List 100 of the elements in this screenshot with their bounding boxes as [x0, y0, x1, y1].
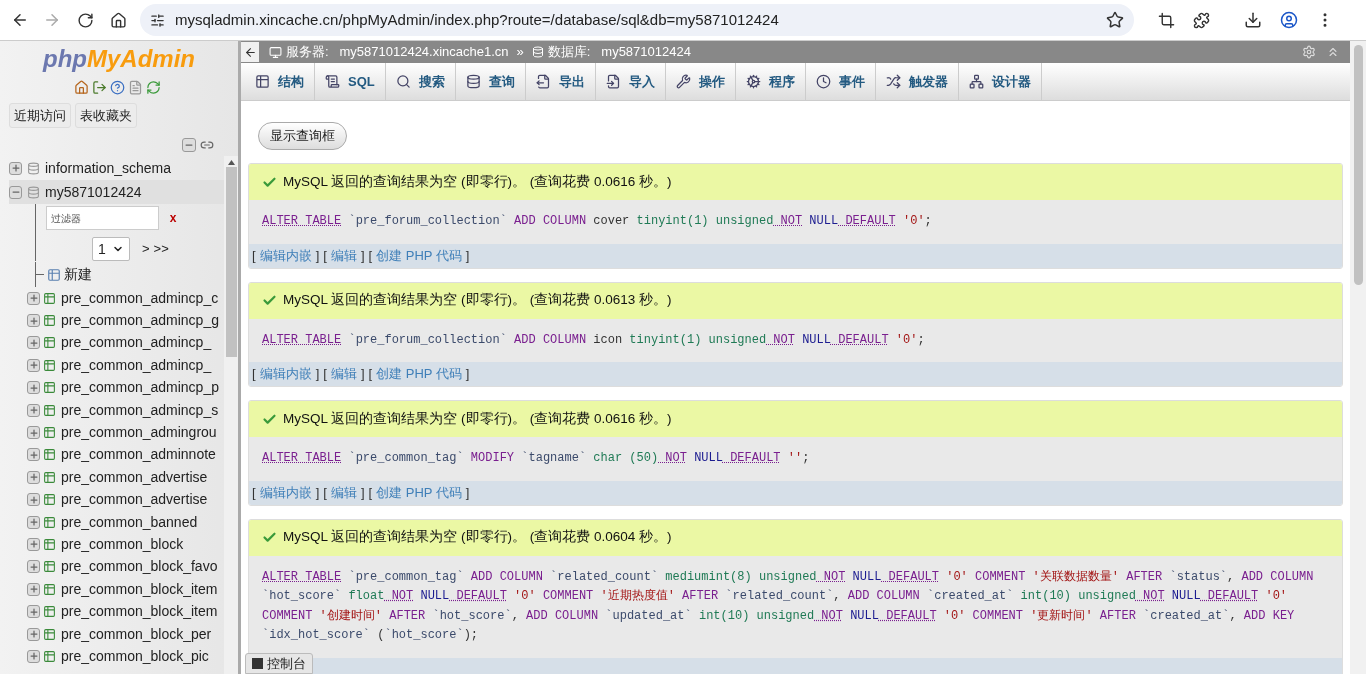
- sidebar-button[interactable]: 表收藏夹: [75, 103, 137, 128]
- table-name[interactable]: pre_common_block: [61, 534, 184, 555]
- collapse-all-icon[interactable]: [182, 138, 196, 152]
- last-page-link[interactable]: >>: [153, 239, 169, 259]
- clock-icon: [815, 74, 831, 89]
- table-icon: [43, 538, 56, 551]
- table-name[interactable]: pre_common_banned: [61, 511, 198, 533]
- nav-tab[interactable]: 事件: [805, 63, 876, 100]
- filter-field[interactable]: 过滤器: [46, 206, 159, 230]
- database-name[interactable]: information_schema: [45, 157, 172, 179]
- forward-icon[interactable]: [43, 11, 61, 29]
- expand-icon[interactable]: [9, 161, 22, 175]
- document-icon[interactable]: [127, 80, 143, 95]
- clear-filter-button[interactable]: x: [159, 209, 187, 227]
- expand-icon[interactable]: [27, 358, 40, 372]
- table-name[interactable]: pre_common_admincp_c: [61, 287, 219, 309]
- table-name[interactable]: pre_common_block_item: [61, 578, 218, 600]
- expand-icon[interactable]: [27, 336, 40, 350]
- message-text: MySQL 返回的查询结果为空 (即零行)。 (查询花费 0.0604 秒。): [283, 528, 672, 547]
- collapse-panel-icon[interactable]: [241, 42, 259, 62]
- page-scrollbar[interactable]: [1350, 41, 1366, 674]
- table-name[interactable]: pre_common_adminnote: [61, 444, 216, 466]
- expand-icon[interactable]: [27, 649, 40, 663]
- bracket: ]: [315, 483, 320, 502]
- table-icon: [43, 515, 56, 529]
- collapse-icon[interactable]: [1326, 45, 1340, 59]
- nav-tab[interactable]: 操作: [665, 63, 736, 100]
- scroll-up-icon[interactable]: [227, 160, 235, 165]
- shuffle-icon: [885, 74, 901, 89]
- site-settings-icon[interactable]: [150, 12, 165, 28]
- table-name[interactable]: pre_common_advertise: [61, 489, 208, 511]
- table-name[interactable]: pre_common_block_pic: [61, 645, 209, 667]
- table-name[interactable]: pre_common_advertise: [61, 466, 208, 488]
- expand-icon[interactable]: [27, 426, 40, 440]
- expand-icon[interactable]: [27, 403, 40, 417]
- expand-icon[interactable]: [27, 448, 40, 462]
- nav-tab[interactable]: 导出: [525, 63, 596, 100]
- address-bar[interactable]: mysqladmin.xincache.cn/phpMyAdmin/index.php?route=/database/sql&db=my5871012424: [140, 4, 1134, 36]
- page-select[interactable]: 1: [92, 237, 130, 261]
- nav-tab[interactable]: 触发器: [875, 63, 959, 100]
- help-icon[interactable]: [109, 80, 125, 95]
- nav-tab[interactable]: 程序: [735, 63, 806, 100]
- next-page-link[interactable]: >: [142, 239, 150, 259]
- logo[interactable]: phpMyAdmin: [43, 44, 195, 74]
- expand-icon[interactable]: [27, 291, 40, 305]
- bracket: ]: [360, 365, 365, 384]
- puzzle-icon[interactable]: [1193, 11, 1210, 29]
- expand-icon[interactable]: [27, 582, 40, 596]
- nav-tab[interactable]: SQL: [315, 63, 386, 100]
- table-icon: [43, 403, 56, 417]
- message-text: MySQL 返回的查询结果为空 (即零行)。 (查询花费 0.0616 秒。): [283, 409, 672, 428]
- nav-tab[interactable]: 设计器: [958, 63, 1042, 100]
- table-name[interactable]: pre_common_block_per: [61, 623, 212, 645]
- table-name[interactable]: pre_common_admingrou: [61, 422, 217, 444]
- expand-icon[interactable]: [27, 493, 40, 507]
- back-icon[interactable]: [11, 11, 29, 29]
- show-query-button[interactable]: 显示查询框: [258, 122, 347, 150]
- database-icon: [531, 46, 544, 58]
- nav-tab[interactable]: 搜索: [385, 63, 456, 100]
- table-name[interactable]: pre_common_admincp_: [61, 354, 212, 376]
- collapse-icon[interactable]: [9, 185, 22, 199]
- table-icon: [43, 582, 56, 596]
- nav-tab[interactable]: 结构: [245, 63, 315, 100]
- table-name[interactable]: pre_common_block_favo: [61, 556, 218, 578]
- new-item-link[interactable]: 新建: [64, 264, 92, 285]
- home-icon[interactable]: [110, 11, 127, 29]
- link-icon[interactable]: [200, 138, 214, 152]
- table-name[interactable]: pre_common_admincp_p: [61, 377, 219, 399]
- expand-icon[interactable]: [27, 605, 40, 619]
- expand-icon[interactable]: [27, 538, 40, 551]
- settings-icon[interactable]: [1302, 45, 1316, 59]
- expand-icon[interactable]: [27, 470, 40, 484]
- gear-icon: [745, 74, 761, 89]
- table-name[interactable]: pre_common_admincp_s: [61, 399, 219, 421]
- table-name[interactable]: pre_common_block_item: [61, 601, 218, 623]
- sidebar-button[interactable]: 近期访问: [9, 103, 71, 128]
- expand-icon[interactable]: [27, 381, 40, 395]
- database-icon: [27, 185, 40, 199]
- exit-icon[interactable]: [91, 80, 107, 95]
- expand-icon[interactable]: [27, 314, 40, 328]
- expand-icon[interactable]: [27, 627, 40, 641]
- nav-tab[interactable]: 查询: [455, 63, 526, 100]
- table-icon: [43, 358, 56, 372]
- breadcrumb-link[interactable]: 数据库: my5871012424: [547, 42, 691, 62]
- sql-statement: ALTER TABLE `pre_common_tag` MODIFY `tagname` char (50) NOT NULL DEFAULT '';: [249, 437, 1342, 481]
- bookmark-star-icon[interactable]: [1106, 11, 1124, 29]
- breadcrumb-link[interactable]: 服务器: my5871012424.xincache1.cn: [286, 42, 509, 62]
- reload-icon[interactable]: [77, 11, 94, 29]
- console-tab[interactable]: 控制台: [245, 653, 313, 674]
- table-name[interactable]: pre_common_admincp_g: [61, 310, 219, 332]
- crop-icon[interactable]: [1158, 11, 1175, 29]
- url-text: mysqladmin.xincache.cn/phpMyAdmin/index.php?route=/database/sql&db=my5871012424: [175, 9, 780, 30]
- expand-icon[interactable]: [27, 560, 40, 574]
- nav-tab[interactable]: 导入: [595, 63, 666, 100]
- table-name[interactable]: pre_common_admincp_: [61, 332, 212, 354]
- scrollbar[interactable]: [224, 156, 238, 674]
- profile-icon[interactable]: [1280, 11, 1298, 29]
- expand-icon[interactable]: [27, 515, 40, 529]
- download-icon[interactable]: [1244, 11, 1262, 29]
- new-table-icon[interactable]: [47, 267, 61, 282]
